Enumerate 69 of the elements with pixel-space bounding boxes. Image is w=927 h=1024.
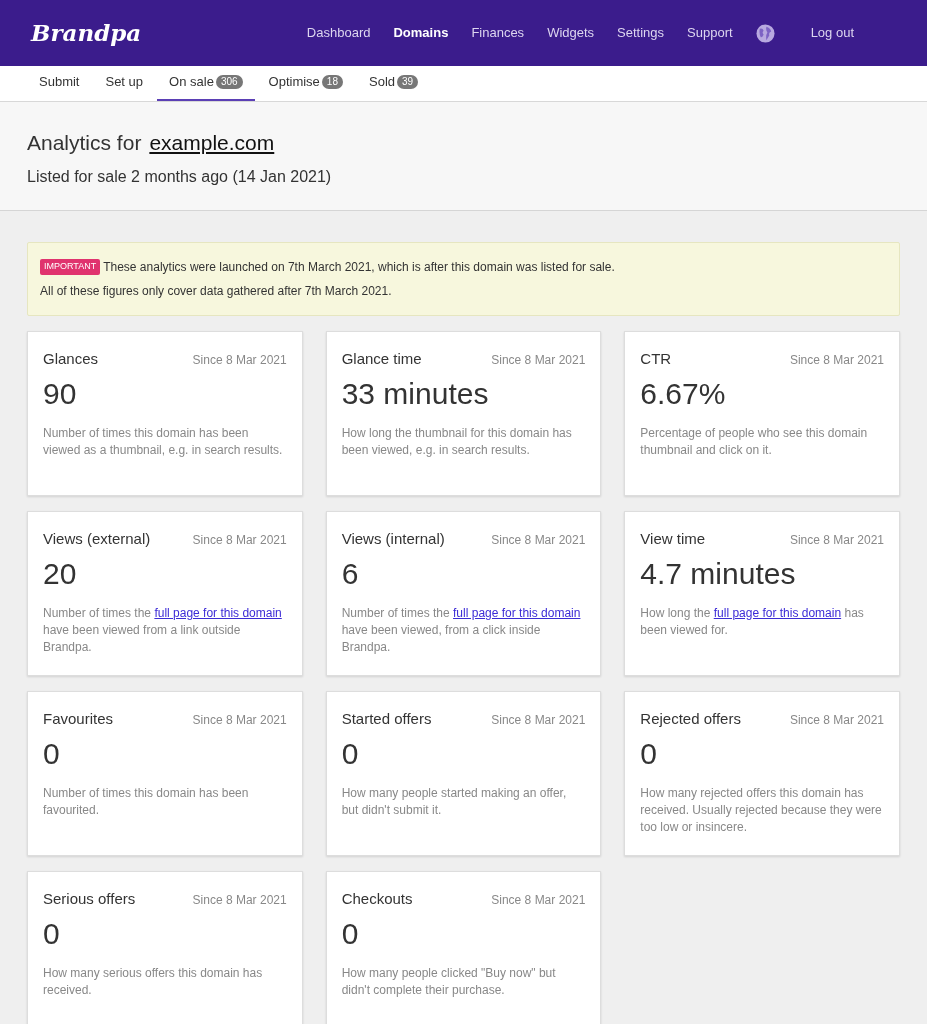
card-description: How many people clicked "Buy now" but didn't complete their purchase. [341, 964, 557, 999]
card-title: Started offers [341, 709, 432, 729]
card-description: How many rejected offers this domain has received. Usually rejected because they were too low or insincere. [640, 784, 883, 836]
logout-link[interactable]: Log out [810, 23, 854, 43]
card-title: View time [640, 529, 706, 549]
notice-text: These analytics were launched on 7th March 2021, which is after this domain was listed for sale. [103, 259, 615, 276]
card-description: How many people started making an offer, but didn't submit it. [341, 784, 568, 819]
since-date: Since 8 Mar 2021 [192, 892, 287, 909]
count-badge: 18 [321, 75, 343, 89]
stat-value: 0 [43, 735, 61, 772]
card-title: Glances [43, 349, 99, 369]
since-date: Since 8 Mar 2021 [789, 712, 884, 729]
card-title: Views (external) [43, 529, 151, 549]
tab[interactable]: Optimise 18 [256, 65, 355, 101]
stat-value: 90 [43, 375, 78, 412]
notice-text: All of these figures only cover data gathered after 7th March 2021. [40, 283, 392, 300]
globe-icon[interactable] [755, 23, 775, 43]
card-description: Number of times this domain has been viewed as a thumbnail, e.g. in search results. [43, 424, 284, 459]
stat-value: 0 [341, 915, 360, 952]
stat-value: 6.67% [640, 375, 727, 412]
stat-value: 0 [43, 915, 61, 952]
since-date: Since 8 Mar 2021 [491, 352, 586, 369]
card-description: How long the full page for this domain has been viewed for. [640, 604, 865, 639]
card-title: Rejected offers [640, 709, 741, 729]
nav-link[interactable]: Widgets [547, 23, 595, 43]
card-description: Number of times the full page for this domain have been viewed, from a click inside Brandpa. [341, 604, 582, 656]
stat-value: 20 [43, 555, 78, 592]
nav-link[interactable]: Finances [471, 23, 525, 43]
tab[interactable]: Set up [93, 65, 156, 101]
tab[interactable]: Submit [27, 65, 92, 101]
stat-value: 6 [341, 555, 360, 592]
since-date: Since 8 Mar 2021 [789, 352, 884, 369]
page-subtitle: Listed for sale 2 months ago (14 Jan 2021) [27, 166, 333, 187]
card-title: CTR [640, 349, 672, 369]
stat-value: 0 [640, 735, 658, 772]
page-title: Analytics for [27, 130, 142, 156]
tab[interactable]: Sold 39 [357, 65, 431, 101]
card-description: Percentage of people who see this domain thumbnail and click on it. [640, 424, 869, 459]
important-badge: IMPORTANT [40, 259, 101, 275]
count-badge: 39 [397, 75, 419, 89]
card-title: Views (internal) [341, 529, 445, 549]
domain-link[interactable]: example.com [149, 127, 275, 159]
card-title: Serious offers [43, 889, 136, 909]
stat-value: 33 minutes [341, 375, 490, 412]
since-date: Since 8 Mar 2021 [491, 892, 586, 909]
since-date: Since 8 Mar 2021 [491, 712, 586, 729]
card-title: Glance time [341, 349, 422, 369]
logo[interactable]: Brandpa [31, 15, 142, 51]
card-description: Number of times the full page for this domain have been viewed from a link outside Brandpa. [43, 604, 283, 656]
card-description: Number of times this domain has been favourited. [43, 784, 250, 819]
nav-link[interactable]: Domains [393, 23, 449, 43]
card-title: Favourites [43, 709, 114, 729]
domain-page-link[interactable]: full page for this domain [453, 605, 581, 620]
count-badge: 306 [215, 75, 243, 89]
nav-link[interactable]: Dashboard [306, 23, 371, 43]
domain-page-link[interactable]: full page for this domain [154, 605, 282, 620]
since-date: Since 8 Mar 2021 [192, 712, 287, 729]
card-description: How many serious offers this domain has received. [43, 964, 264, 999]
since-date: Since 8 Mar 2021 [192, 352, 287, 369]
domain-page-link[interactable]: full page for this domain [713, 605, 842, 620]
card-title: Checkouts [341, 889, 413, 909]
nav-link[interactable]: Support [687, 23, 733, 43]
stat-value: 0 [341, 735, 360, 772]
stat-value: 4.7 minutes [640, 555, 797, 592]
since-date: Since 8 Mar 2021 [491, 532, 586, 549]
since-date: Since 8 Mar 2021 [192, 532, 287, 549]
card-description: How long the thumbnail for this domain has been viewed, e.g. in search results. [341, 424, 573, 459]
since-date: Since 8 Mar 2021 [789, 532, 884, 549]
nav-link[interactable]: Settings [617, 23, 665, 43]
